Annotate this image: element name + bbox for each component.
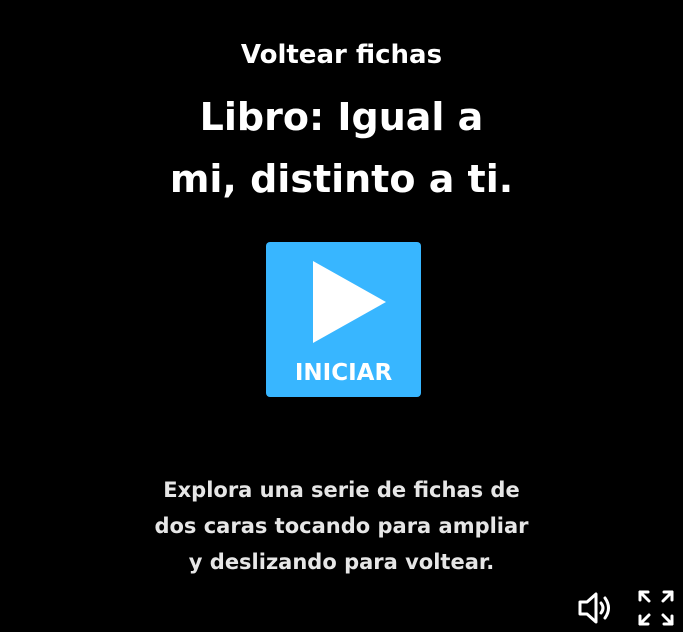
- fullscreen-button[interactable]: [636, 588, 676, 628]
- fullscreen-icon: [638, 590, 674, 626]
- title-line-2: mi, distinto a ti.: [169, 157, 514, 201]
- start-button[interactable]: INICIAR: [266, 242, 421, 397]
- start-button-label: INICIAR: [294, 360, 393, 386]
- instructions-line-2: dos caras tocando para ampliar: [154, 514, 529, 538]
- instructions-line-3: y deslizando para voltear.: [188, 550, 495, 574]
- page-title: Libro: Igual a mi, distinto a ti.: [0, 86, 683, 210]
- instructions-text: Explora una serie de fichas de dos caras…: [0, 472, 683, 580]
- speaker-icon: [578, 592, 610, 624]
- sound-button[interactable]: [576, 588, 616, 628]
- flashcard-intro-screen: { "activity_type": "Voltear fichas", "ti…: [0, 0, 683, 630]
- title-line-1: Libro: Igual a: [199, 95, 484, 139]
- activity-type-label: Voltear fichas: [240, 40, 443, 70]
- instructions-line-1: Explora una serie de fichas de: [163, 478, 520, 502]
